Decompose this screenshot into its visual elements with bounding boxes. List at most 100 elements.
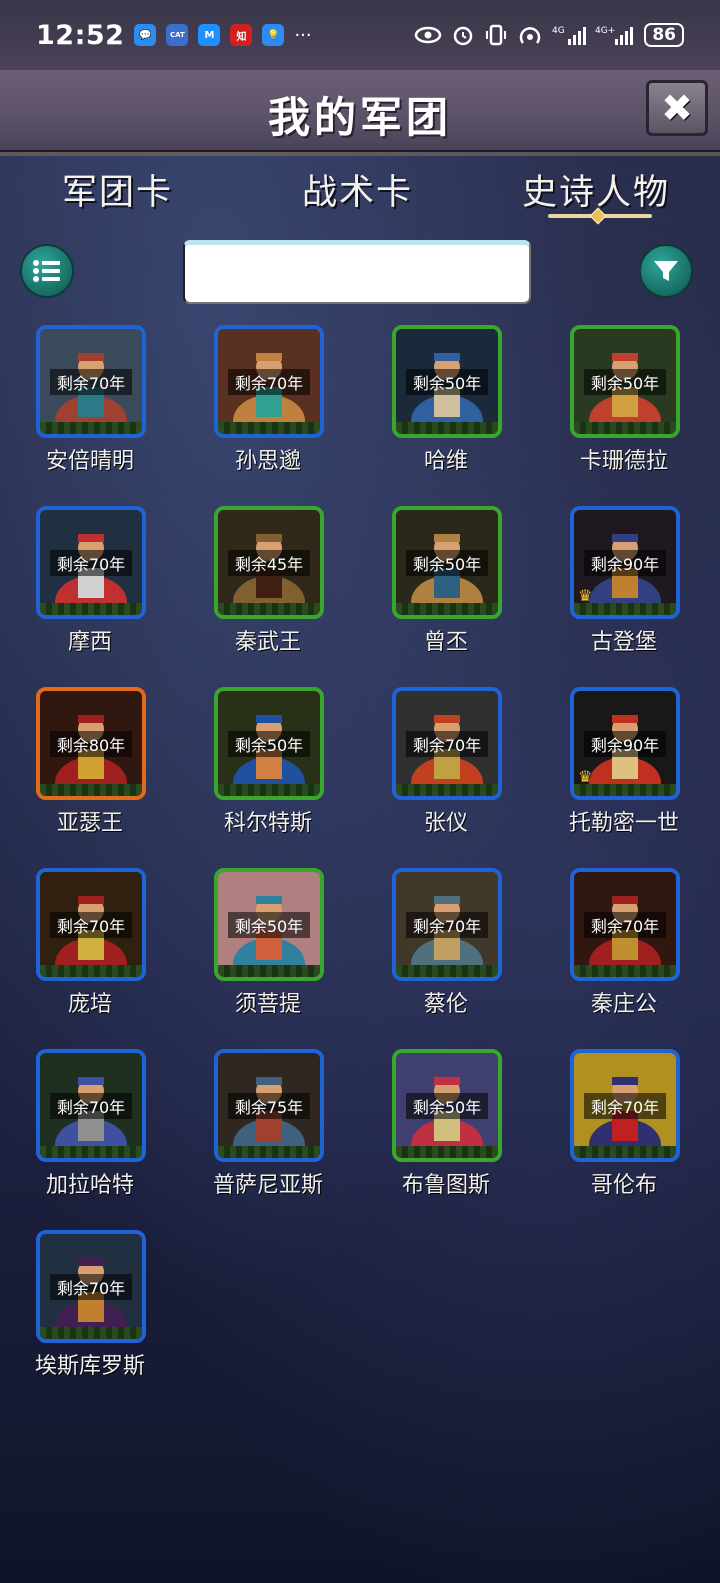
remaining-years-label: 剩余75年 <box>228 1093 310 1119</box>
page-title: 我的军团 <box>267 93 452 142</box>
hero-name: 庞培 <box>67 992 112 1017</box>
portrait-grass-border <box>218 603 320 615</box>
hero-name: 卡珊德拉 <box>579 449 668 474</box>
m-app-icon: M <box>198 24 221 46</box>
hero-name: 科尔特斯 <box>223 811 312 836</box>
hero-card[interactable]: 剩余70年张仪 <box>356 687 516 847</box>
portrait-grass-border <box>218 965 320 977</box>
remaining-years-label: 剩余90年 <box>584 731 666 757</box>
hero-portrait-frame: 剩余50年 <box>392 1049 502 1162</box>
alarm-icon <box>454 26 473 46</box>
hero-card[interactable]: 剩余70年 蔡伦 <box>356 868 516 1028</box>
status-bar: 12:52 💬 CAT M 知 💡 ··· 4G 4G+ 86 <box>0 0 720 70</box>
remaining-years-label: 剩余70年 <box>50 369 132 395</box>
bulb-icon: 💡 <box>262 24 285 46</box>
hero-card[interactable]: 剩余50年哈维 <box>356 325 516 485</box>
clock: 12:52 <box>36 19 125 51</box>
hero-card[interactable]: 剩余70年 哥伦布 <box>534 1049 694 1209</box>
battery-icon: 86 <box>644 23 684 47</box>
hero-name: 亚瑟王 <box>56 811 123 836</box>
hero-name: 古登堡 <box>590 630 657 655</box>
hero-portrait-frame: 剩余70年 <box>36 868 146 981</box>
hero-portrait-frame: 剩余80年 <box>36 687 146 800</box>
remaining-years-label: 剩余50年 <box>406 1093 488 1119</box>
signal-4g-icon-2: 4G+ <box>595 26 634 45</box>
hero-portrait-frame: 剩余45年 <box>214 506 324 619</box>
hero-card[interactable]: 剩余90年 ♛ 托勒密一世 <box>534 687 694 847</box>
hero-name: 普萨尼亚斯 <box>212 1173 323 1198</box>
hero-name: 张仪 <box>423 811 468 836</box>
remaining-years-label: 剩余70年 <box>584 912 666 938</box>
hero-portrait-frame: 剩余70年 <box>36 506 146 619</box>
remaining-years-label: 剩余70年 <box>406 912 488 938</box>
hero-portrait-frame: 剩余70年 <box>36 1230 146 1343</box>
hero-card[interactable]: 剩余50年 须菩提 <box>178 868 338 1028</box>
hero-card[interactable]: 剩余75年普萨尼亚斯 <box>178 1049 338 1209</box>
hero-portrait-frame: 剩余90年 ♛ <box>570 506 680 619</box>
hero-portrait-frame: 剩余70年 <box>392 868 502 981</box>
portrait-grass-border <box>40 1327 142 1339</box>
chat-icon: 💬 <box>134 24 157 46</box>
catalink-icon: CAT <box>166 24 189 46</box>
list-view-button[interactable] <box>20 244 74 298</box>
signal-4g-icon: 4G <box>552 26 587 45</box>
remaining-years-label: 剩余45年 <box>228 550 310 576</box>
hero-card[interactable]: 剩余50年 曾丕 <box>356 506 516 666</box>
portrait-grass-border <box>396 603 498 615</box>
tab-legion-cards[interactable]: 军团卡 <box>62 164 173 215</box>
hero-name: 哈维 <box>423 449 468 474</box>
hero-name: 孙思邈 <box>234 449 301 474</box>
remaining-years-label: 剩余70年 <box>50 1274 132 1300</box>
remaining-years-label: 剩余70年 <box>406 731 488 757</box>
remaining-years-label: 剩余80年 <box>50 731 132 757</box>
hero-card[interactable]: 剩余45年 秦武王 <box>178 506 338 666</box>
filter-button[interactable] <box>639 244 693 298</box>
hero-card[interactable]: 剩余70年摩西 <box>0 506 160 666</box>
hero-name: 布鲁图斯 <box>401 1173 490 1198</box>
hero-portrait-frame: 剩余75年 <box>214 1049 324 1162</box>
close-button[interactable]: ✖ <box>646 80 708 136</box>
portrait-grass-border <box>574 965 676 977</box>
crown-icon: ♛ <box>578 586 593 605</box>
search-input[interactable] <box>183 240 531 304</box>
hero-name: 托勒密一世 <box>568 811 679 836</box>
hero-portrait-frame: 剩余70年 <box>214 325 324 438</box>
hero-portrait-frame: 剩余70年 <box>36 325 146 438</box>
hero-portrait-frame: 剩余90年 ♛ <box>570 687 680 800</box>
portrait-grass-border <box>396 784 498 796</box>
hero-card[interactable]: 剩余70年孙思邈 <box>178 325 338 485</box>
portrait-grass-border <box>396 1146 498 1158</box>
hero-name: 埃斯库罗斯 <box>34 1354 145 1379</box>
hero-card[interactable]: 剩余70年庞培 <box>0 868 160 1028</box>
hero-portrait-frame: 剩余70年 <box>570 868 680 981</box>
remaining-years-label: 剩余50年 <box>584 369 666 395</box>
zhihu-icon: 知 <box>230 24 253 46</box>
hotspot-icon <box>520 27 541 44</box>
hero-card[interactable]: 剩余90年 ♛ 古登堡 <box>534 506 694 666</box>
portrait-grass-border <box>40 1146 142 1158</box>
tab-tactic-cards[interactable]: 战术卡 <box>302 164 413 215</box>
hero-card[interactable]: 剩余80年亚瑟王 <box>0 687 160 847</box>
hero-portrait-frame: 剩余50年 <box>392 325 502 438</box>
portrait-grass-border <box>218 784 320 796</box>
remaining-years-label: 剩余70年 <box>50 550 132 576</box>
portrait-grass-border <box>218 422 320 434</box>
portrait-grass-border <box>396 965 498 977</box>
eye-icon <box>415 26 442 44</box>
hero-card[interactable]: 剩余70年 加拉哈特 <box>0 1049 160 1209</box>
hero-card[interactable]: 剩余70年 安倍晴明 <box>0 325 160 485</box>
tab-epic-heroes[interactable]: 史诗人物 <box>522 164 670 215</box>
hero-card[interactable]: 剩余50年卡珊德拉 <box>534 325 694 485</box>
hero-name: 摩西 <box>67 630 112 655</box>
filter-icon <box>654 261 678 281</box>
remaining-years-label: 剩余70年 <box>50 1093 132 1119</box>
notification-icons: 💬 CAT M 知 💡 <box>134 24 285 46</box>
hero-portrait-frame: 剩余70年 <box>36 1049 146 1162</box>
hero-card[interactable]: 剩余50年布鲁图斯 <box>356 1049 516 1209</box>
hero-card[interactable]: 剩余50年 科尔特斯 <box>178 687 338 847</box>
hero-portrait-frame: 剩余50年 <box>570 325 680 438</box>
portrait-grass-border <box>40 784 142 796</box>
hero-card[interactable]: 剩余70年 秦庄公 <box>534 868 694 1028</box>
hero-card[interactable]: 剩余70年埃斯库罗斯 <box>0 1230 160 1390</box>
list-icon <box>33 260 60 282</box>
